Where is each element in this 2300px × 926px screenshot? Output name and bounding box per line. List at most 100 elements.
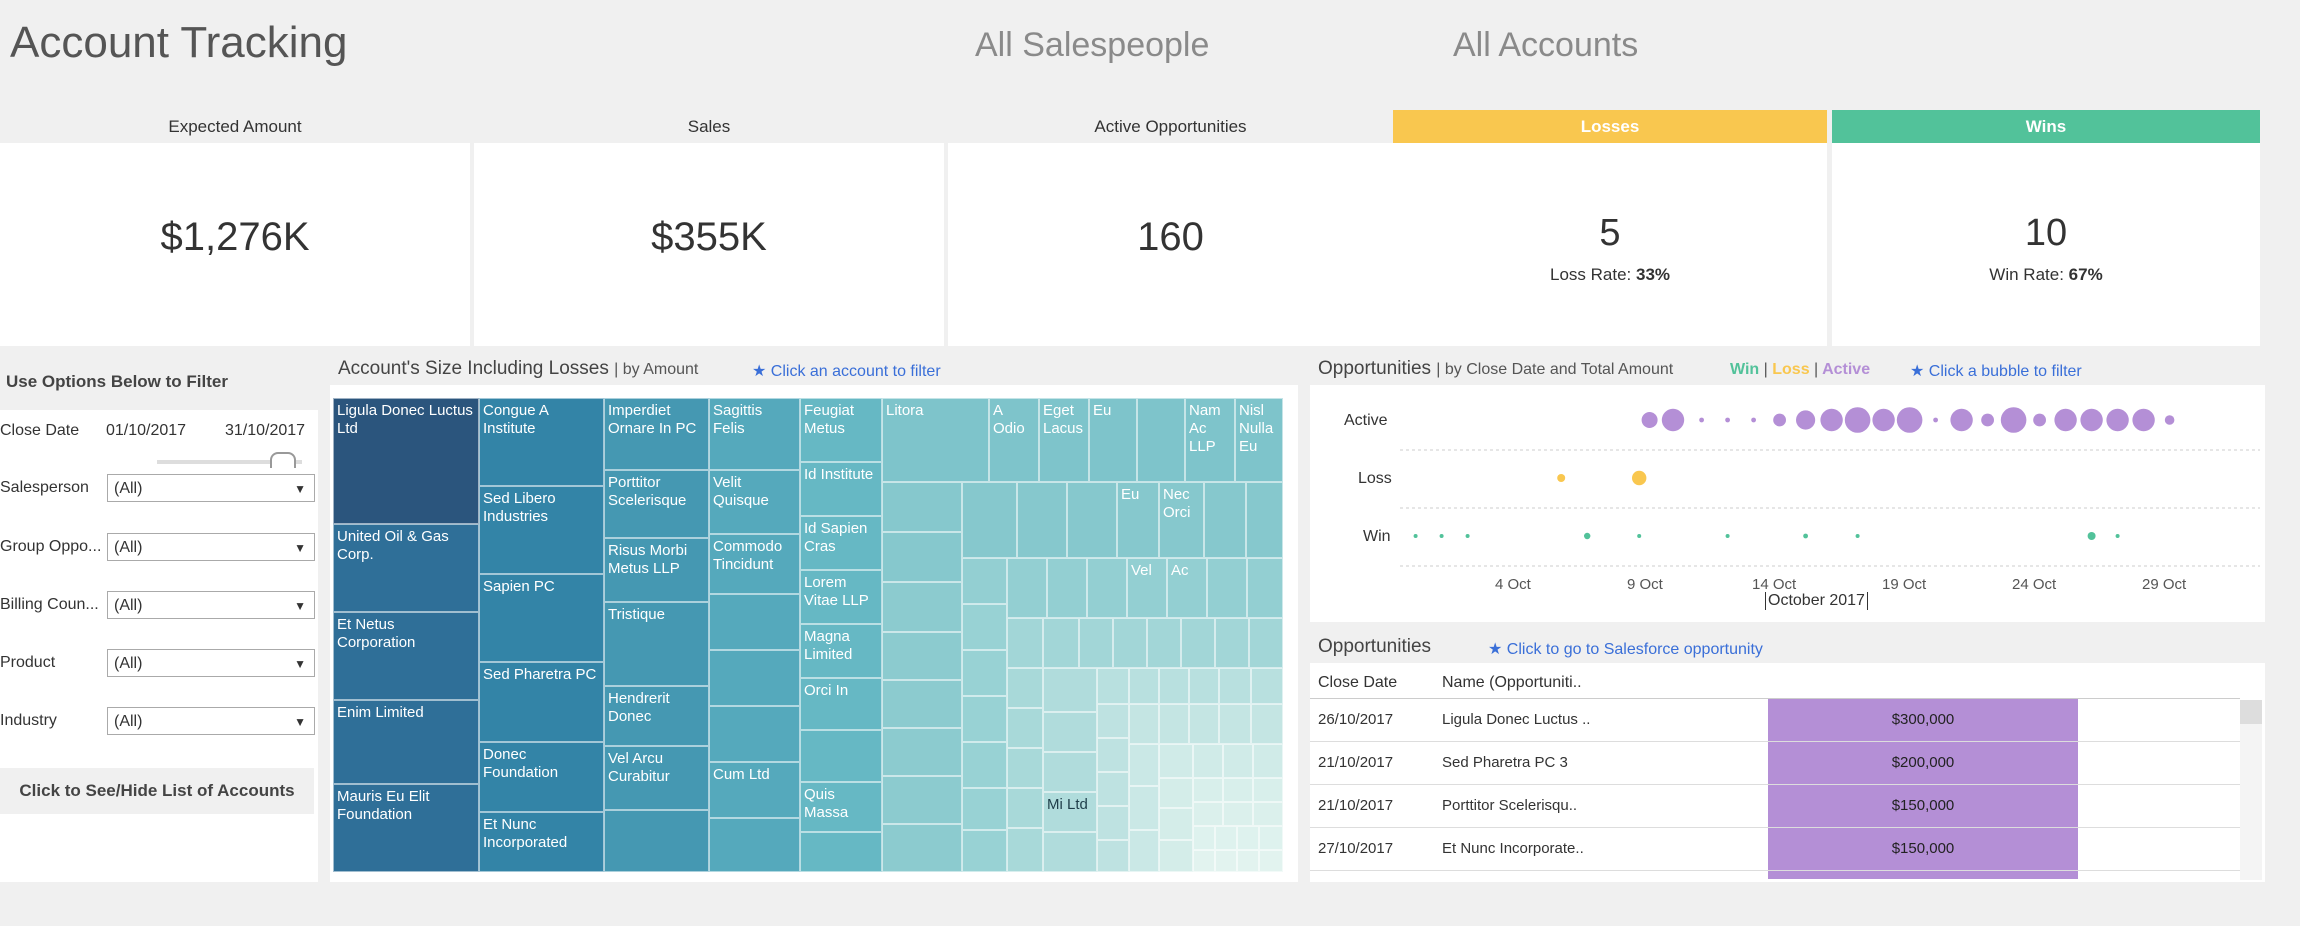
treemap-tile[interactable]: Eu — [1089, 398, 1137, 482]
bubble-win[interactable] — [1637, 534, 1642, 538]
treemap-tile[interactable]: Sed Pharetra PC — [479, 662, 604, 742]
accounts-treemap[interactable]: Ligula Donec Luctus Ltd United Oil & Gas… — [333, 398, 1291, 872]
col-header-close-date[interactable]: Close Date — [1318, 674, 1397, 692]
table-row[interactable]: 27/10/2017 Et Nunc Incorporate.. $150,00… — [1310, 828, 2240, 871]
treemap-tile[interactable]: Eget Lacus — [1039, 398, 1089, 482]
treemap-tile[interactable] — [1223, 778, 1253, 802]
table-row[interactable]: 26/10/2017 Ligula Donec Luctus .. $300,0… — [1310, 699, 2240, 742]
bubble-active[interactable] — [2000, 407, 2027, 433]
treemap-tile[interactable]: Vel Arcu Curabitur — [604, 746, 709, 810]
treemap-tile[interactable] — [1097, 772, 1129, 806]
treemap-tile[interactable] — [1246, 482, 1283, 558]
treemap-tile[interactable] — [1159, 744, 1193, 778]
bubble-active[interactable] — [2164, 415, 2175, 425]
toggle-accounts-list-button[interactable]: Click to See/Hide List of Accounts — [0, 768, 314, 814]
treemap-tile[interactable] — [1043, 712, 1097, 752]
treemap-tile[interactable] — [1215, 618, 1249, 668]
treemap-tile[interactable]: Ligula Donec Luctus Ltd — [333, 398, 479, 524]
treemap-tile[interactable] — [709, 818, 800, 872]
treemap-tile[interactable] — [882, 824, 962, 872]
treemap-tile[interactable] — [962, 830, 1007, 872]
treemap-tile[interactable]: Orci In — [800, 678, 882, 730]
treemap-tile[interactable]: Et Nunc Incorporated — [479, 812, 604, 872]
treemap-tile[interactable]: Vel — [1127, 558, 1167, 618]
treemap-tile[interactable] — [1159, 704, 1189, 744]
bubble-chart-hint[interactable]: ★ Click a bubble to filter — [1910, 361, 2082, 381]
treemap-tile[interactable] — [604, 810, 709, 872]
industry-select[interactable]: (All) ▼ — [107, 707, 315, 735]
treemap-tile[interactable] — [1129, 830, 1159, 872]
treemap-tile[interactable]: Magna Limited — [800, 624, 882, 678]
treemap-tile[interactable]: Lorem Vitae LLP — [800, 570, 882, 624]
treemap-tile[interactable] — [1159, 668, 1189, 704]
bubble-win[interactable] — [1584, 532, 1591, 540]
treemap-tile[interactable] — [1249, 618, 1283, 668]
treemap-tile[interactable] — [1193, 826, 1215, 850]
treemap-tile[interactable] — [882, 482, 962, 532]
product-select[interactable]: (All) ▼ — [107, 649, 315, 677]
treemap-tile[interactable] — [1007, 788, 1043, 828]
bubble-active[interactable] — [1641, 412, 1658, 428]
treemap-tile[interactable]: Id Institute — [800, 462, 882, 516]
treemap-tile[interactable]: Nec Orci — [1159, 482, 1204, 558]
table-row[interactable]: 21/10/2017 Porttitor Scelerisqu.. $150,0… — [1310, 785, 2240, 828]
treemap-tile[interactable] — [1193, 778, 1223, 802]
treemap-tile[interactable] — [1247, 558, 1283, 618]
treemap-tile[interactable] — [882, 632, 962, 680]
bubble-active[interactable] — [1933, 417, 1938, 423]
bubble-win[interactable] — [2087, 532, 2096, 540]
bubble-active[interactable] — [1725, 417, 1730, 423]
treemap-tile[interactable] — [962, 788, 1007, 830]
bubble-win[interactable] — [1413, 534, 1418, 538]
treemap-tile[interactable]: Porttitor Scelerisque — [604, 470, 709, 538]
treemap-tile[interactable]: Sagittis Felis — [709, 398, 800, 470]
treemap-tile[interactable] — [1189, 668, 1219, 704]
treemap-tile[interactable] — [1129, 744, 1159, 786]
bubble-win[interactable] — [1803, 533, 1808, 539]
treemap-tile[interactable] — [1223, 802, 1253, 826]
treemap-tile[interactable]: Commodo Tincidunt — [709, 534, 800, 594]
scrollbar-thumb[interactable] — [2240, 700, 2262, 724]
date-from[interactable]: 01/10/2017 — [106, 422, 186, 440]
bubble-loss[interactable] — [1632, 470, 1647, 486]
bubble-active[interactable] — [1950, 408, 1973, 432]
treemap-tile[interactable] — [709, 706, 800, 762]
bubble-chart[interactable] — [1400, 392, 2260, 592]
treemap-tile[interactable] — [1047, 558, 1087, 618]
treemap-tile[interactable] — [1097, 738, 1129, 772]
table-row[interactable]: 21/10/2017 Sed Pharetra PC 3 $200,000 — [1310, 742, 2240, 785]
treemap-tile[interactable]: Ac — [1167, 558, 1207, 618]
bubble-active[interactable] — [2132, 408, 2155, 432]
treemap-tile[interactable] — [1189, 704, 1219, 744]
salesperson-select[interactable]: (All) ▼ — [107, 474, 315, 502]
treemap-tile[interactable] — [1097, 806, 1129, 840]
bubble-win[interactable] — [1855, 534, 1860, 538]
treemap-tile[interactable] — [962, 696, 1007, 742]
bubble-active[interactable] — [1820, 408, 1843, 432]
treemap-tile[interactable] — [1129, 704, 1159, 744]
treemap-tile[interactable]: Hendrerit Donec — [604, 686, 709, 746]
treemap-tile[interactable]: Mauris Eu Elit Foundation — [333, 784, 479, 872]
bubble-win[interactable] — [2115, 534, 2120, 538]
treemap-tile[interactable] — [1043, 618, 1079, 668]
treemap-tile[interactable] — [1251, 704, 1283, 744]
treemap-tile[interactable] — [1181, 618, 1215, 668]
treemap-tile[interactable] — [1223, 744, 1253, 778]
treemap-tile[interactable] — [1259, 826, 1283, 850]
treemap-tile[interactable]: Velit Quisque — [709, 470, 800, 534]
treemap-tile[interactable] — [1207, 558, 1247, 618]
treemap-tile[interactable] — [1204, 482, 1246, 558]
group-opportunity-select[interactable]: (All) ▼ — [107, 533, 315, 561]
treemap-tile[interactable]: Enim Limited — [333, 700, 479, 784]
treemap-tile[interactable] — [800, 730, 882, 782]
bubble-active[interactable] — [1896, 407, 1923, 433]
treemap-tile[interactable] — [1237, 826, 1259, 850]
treemap-tile[interactable] — [1067, 482, 1117, 558]
bubble-active[interactable] — [1699, 417, 1704, 423]
treemap-tile[interactable] — [709, 594, 800, 650]
bubble-active[interactable] — [2033, 413, 2046, 427]
treemap-tile[interactable] — [1087, 558, 1127, 618]
treemap-tile[interactable] — [882, 532, 962, 582]
bubble-active[interactable] — [1751, 417, 1756, 423]
treemap-tile[interactable] — [882, 776, 962, 824]
